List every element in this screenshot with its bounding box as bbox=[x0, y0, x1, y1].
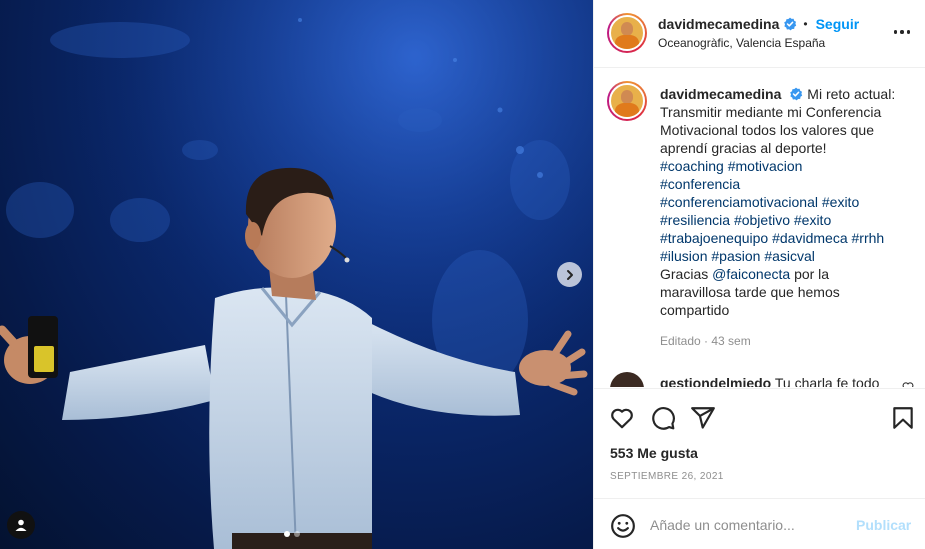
comment-body: Tu charla fe todo bbox=[774, 375, 880, 387]
next-slide-button[interactable] bbox=[557, 262, 582, 287]
comment-input[interactable] bbox=[650, 513, 850, 537]
post-details-panel: davidmecamedina • Seguir Oceanogràfic, V… bbox=[593, 0, 925, 549]
heart-icon[interactable] bbox=[609, 405, 635, 431]
post-location[interactable]: Oceanogràfic, Valencia España bbox=[658, 36, 825, 50]
bookmark-icon[interactable] bbox=[890, 405, 916, 431]
verified-badge-icon bbox=[790, 87, 803, 101]
more-options-icon[interactable] bbox=[891, 24, 913, 40]
hashtag-link[interactable]: #exito bbox=[822, 194, 859, 210]
publish-button[interactable]: Publicar bbox=[856, 517, 911, 533]
hashtag-link[interactable]: #motivacion bbox=[728, 158, 803, 174]
author-avatar[interactable] bbox=[607, 13, 647, 53]
caption-line: aprendí gracias al deporte! bbox=[660, 140, 827, 156]
post-caption: davidmecamedina Mi reto actual: Transmit… bbox=[660, 85, 910, 319]
follow-button[interactable]: Seguir bbox=[816, 16, 860, 32]
caption-line: maravillosa tarde que hemos bbox=[660, 284, 840, 300]
mention-link[interactable]: @faiconecta bbox=[712, 266, 790, 282]
hashtag-link[interactable]: #rrhh bbox=[852, 230, 885, 246]
carousel-dot-1 bbox=[284, 531, 290, 537]
photo-scene bbox=[0, 0, 593, 549]
comment-icon[interactable] bbox=[650, 405, 676, 431]
carousel-indicator bbox=[284, 531, 300, 537]
commenter-avatar[interactable] bbox=[610, 372, 644, 387]
header-user-line: davidmecamedina • Seguir bbox=[658, 16, 859, 32]
caption-line: Motivacional todos los valores que bbox=[660, 122, 875, 138]
action-bar bbox=[594, 388, 925, 444]
comment-text: gestiondelmiedo Tu charla fe todo bbox=[660, 375, 879, 387]
likes-count[interactable]: 553 Me gusta bbox=[610, 445, 698, 461]
commenter-username[interactable]: gestiondelmiedo bbox=[660, 375, 771, 387]
chevron-right-icon bbox=[566, 269, 573, 280]
hashtag-link[interactable]: #asicval bbox=[764, 248, 815, 264]
post-header: davidmecamedina • Seguir Oceanogràfic, V… bbox=[594, 0, 925, 68]
comment-preview: gestiondelmiedo Tu charla fe todo bbox=[610, 371, 920, 387]
hashtag-link[interactable]: #resiliencia bbox=[660, 212, 730, 228]
heart-icon[interactable] bbox=[902, 381, 914, 387]
post-date[interactable]: SEPTIEMBRE 26, 2021 bbox=[610, 471, 724, 482]
post-meta: Editado · 43 sem bbox=[660, 334, 751, 348]
share-icon[interactable] bbox=[690, 405, 716, 431]
caption-line: compartido bbox=[660, 302, 730, 318]
verified-badge-icon bbox=[784, 17, 797, 31]
person-tag-icon bbox=[15, 519, 27, 531]
tagged-people-button[interactable] bbox=[7, 511, 35, 539]
hashtag-link[interactable]: #pasion bbox=[711, 248, 760, 264]
hashtag-link[interactable]: #davidmeca bbox=[772, 230, 848, 246]
caption-author-username[interactable]: davidmecamedina bbox=[660, 86, 781, 102]
carousel-dot-2 bbox=[294, 531, 300, 537]
hashtag-link[interactable]: #trabajoenequipo bbox=[660, 230, 768, 246]
emoji-icon[interactable] bbox=[610, 513, 636, 539]
caption-thanks-suffix: por la bbox=[794, 266, 830, 282]
hashtag-link[interactable]: #coaching bbox=[660, 158, 724, 174]
post-photo[interactable] bbox=[0, 0, 593, 549]
caption-line: Transmitir mediante mi Conferencia bbox=[660, 104, 882, 120]
hashtag-link[interactable]: #exito bbox=[794, 212, 831, 228]
author-username[interactable]: davidmecamedina bbox=[658, 16, 779, 32]
caption-intro: Mi reto actual: bbox=[807, 86, 896, 102]
header-separator: • bbox=[803, 17, 808, 31]
hashtag-link[interactable]: #conferencia bbox=[660, 176, 740, 192]
hashtag-link[interactable]: #conferenciamotivacional bbox=[660, 194, 818, 210]
caption-author-avatar[interactable] bbox=[607, 81, 647, 121]
add-comment-bar: Publicar bbox=[594, 498, 925, 549]
caption-area: davidmecamedina Mi reto actual: Transmit… bbox=[594, 69, 925, 387]
hashtag-link[interactable]: #objetivo bbox=[734, 212, 790, 228]
hashtag-link[interactable]: #ilusion bbox=[660, 248, 707, 264]
caption-thanks: Gracias bbox=[660, 266, 709, 282]
